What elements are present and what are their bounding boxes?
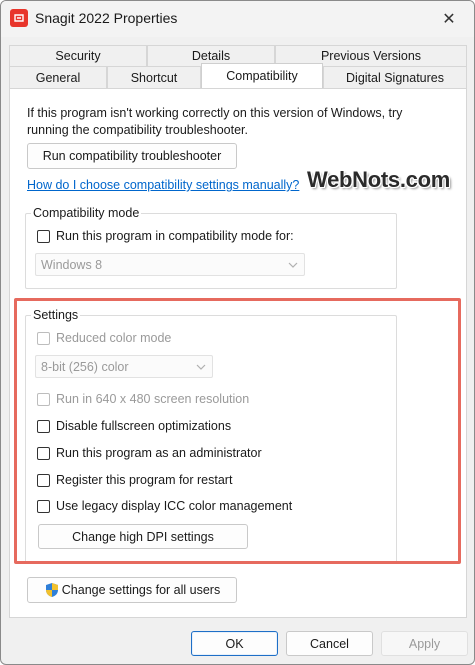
tab-general[interactable]: General xyxy=(9,66,107,88)
compat-mode-group xyxy=(25,213,397,289)
close-icon: ✕ xyxy=(442,11,456,28)
change-all-users-button[interactable]: Change settings for all users xyxy=(27,577,237,603)
window-title: Snagit 2022 Properties xyxy=(35,10,178,26)
compat-mode-checkbox-label: Run this program in compatibility mode f… xyxy=(56,229,294,243)
close-button[interactable]: ✕ xyxy=(434,7,464,31)
run-troubleshooter-button[interactable]: Run compatibility troubleshooter xyxy=(27,143,237,169)
tab-shortcut[interactable]: Shortcut xyxy=(107,66,201,88)
tab-strip: Security Details Previous Versions Gener… xyxy=(9,45,467,89)
compat-os-select: Windows 8 xyxy=(35,253,305,276)
compat-os-value: Windows 8 xyxy=(41,257,103,272)
title-bar[interactable]: Snagit 2022 Properties ✕ xyxy=(1,1,474,37)
cancel-button[interactable]: Cancel xyxy=(286,631,373,656)
compat-mode-checkbox[interactable] xyxy=(37,229,50,243)
snagit-app-icon xyxy=(10,9,28,27)
help-link[interactable]: How do I choose compatibility settings m… xyxy=(27,178,299,192)
apply-button: Apply xyxy=(381,631,468,656)
properties-window: Snagit 2022 Properties ✕ Security Detail… xyxy=(0,0,475,665)
tab-compatibility[interactable]: Compatibility xyxy=(201,63,323,88)
compat-mode-label: Compatibility mode xyxy=(31,206,142,220)
chevron-down-icon xyxy=(288,262,298,268)
tab-security[interactable]: Security xyxy=(9,45,147,66)
ok-button[interactable]: OK xyxy=(191,631,278,656)
tab-digital-signatures[interactable]: Digital Signatures xyxy=(323,66,467,88)
uac-shield-icon xyxy=(45,583,58,597)
intro-text: If this program isn't working correctly … xyxy=(27,106,403,137)
webnots-watermark: WebNots.com xyxy=(307,167,450,192)
settings-highlight-box xyxy=(14,298,461,564)
compat-mode-row[interactable]: Run this program in compatibility mode f… xyxy=(37,229,294,243)
change-all-users-label: Change settings for all users xyxy=(61,583,221,597)
